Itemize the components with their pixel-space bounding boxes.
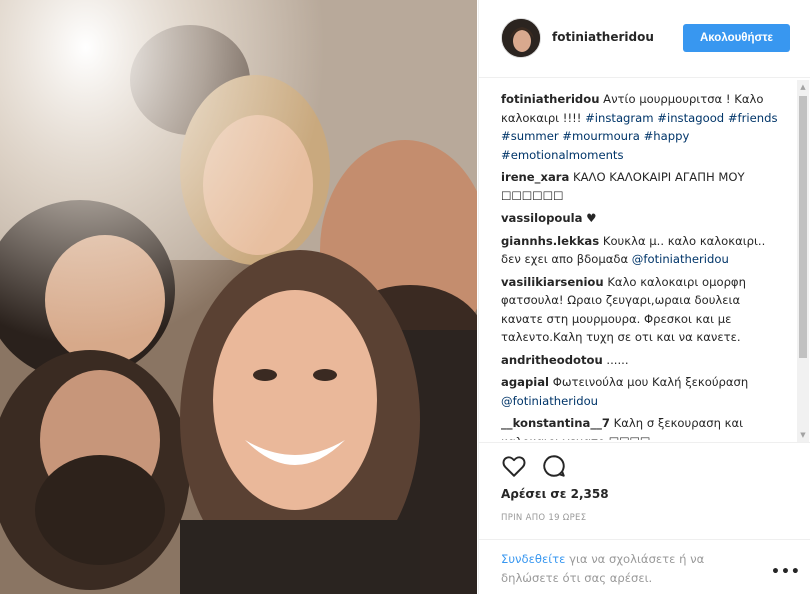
caption: fotiniatheridou Αντίο μουρμουριτσα ! Καλ… bbox=[501, 90, 783, 164]
selfie-image bbox=[0, 0, 477, 594]
list-item: vasilikiarseniou Καλο καλοκαιρι ομορφη φ… bbox=[501, 273, 783, 347]
login-prompt-text: Συνδεθείτε για να σχολιάσετε ή να δηλώσε… bbox=[501, 550, 751, 587]
like-count[interactable]: Αρέσει σε 2,358 bbox=[501, 487, 609, 501]
post-header: fotiniatheridou Ακολουθήστε bbox=[479, 0, 810, 78]
login-link[interactable]: Συνδεθείτε bbox=[501, 552, 565, 566]
comment-username[interactable]: __konstantina__7 bbox=[501, 416, 610, 430]
comment-username[interactable]: agapial bbox=[501, 375, 549, 389]
comment-username[interactable]: vassilopoula bbox=[501, 211, 582, 225]
list-item: irene_xara ΚΑΛΟ ΚΑΛΟΚΑΙΡΙ ΑΓΑΠΗ ΜΟΥ ☐☐☐☐… bbox=[501, 168, 783, 205]
hashtag-link[interactable]: #summer bbox=[501, 129, 559, 143]
list-item: vassilopoula ♥ bbox=[501, 209, 783, 228]
comment-text: Φωτεινούλα μου Καλή ξεκούραση bbox=[549, 375, 749, 389]
list-item: giannhs.lekkas Κουκλα μ.. καλο καλοκαιρι… bbox=[501, 232, 783, 269]
avatar-image bbox=[502, 19, 540, 57]
hashtag-link[interactable]: #emotionalmoments bbox=[501, 148, 624, 162]
list-item: __konstantina__7 Καλη σ ξεκουραση και κα… bbox=[501, 414, 783, 440]
heart-outline-icon[interactable] bbox=[501, 453, 527, 479]
comment-list: fotiniatheridou Αντίο μουρμουριτσα ! Καλ… bbox=[501, 90, 783, 440]
mention-link[interactable]: @fotiniatheridou bbox=[632, 252, 729, 266]
hashtag-link[interactable]: #instagood bbox=[657, 111, 724, 125]
speech-bubble-icon[interactable] bbox=[541, 453, 567, 479]
more-options-icon[interactable]: ••• bbox=[771, 564, 801, 580]
hashtag-link[interactable]: #instagram bbox=[585, 111, 654, 125]
hashtag-link[interactable]: #happy bbox=[644, 129, 690, 143]
post-timestamp[interactable]: ΠΡΙΝ ΑΠΟ 19 ΩΡΕΣ bbox=[501, 513, 586, 523]
scroll-up-arrow-icon[interactable]: ▲ bbox=[797, 80, 809, 94]
post-sidebar: fotiniatheridou Ακολουθήστε fotiniatheri… bbox=[478, 0, 810, 594]
mention-link[interactable]: @fotiniatheridou bbox=[501, 394, 598, 408]
comment-username[interactable]: fotiniatheridou bbox=[501, 92, 599, 106]
post-author-username[interactable]: fotiniatheridou bbox=[552, 30, 654, 44]
comment-text: ...... bbox=[602, 352, 629, 367]
login-prompt: Συνδεθείτε για να σχολιάσετε ή να δηλώσε… bbox=[479, 539, 810, 594]
instagram-post-view: fotiniatheridou Ακολουθήστε fotiniatheri… bbox=[0, 0, 810, 594]
comment-username[interactable]: giannhs.lekkas bbox=[501, 234, 599, 248]
post-actions: Αρέσει σε 2,358 ΠΡΙΝ ΑΠΟ 19 ΩΡΕΣ Συνδεθε… bbox=[479, 442, 810, 594]
comments-scrollbar[interactable]: ▲ ▼ bbox=[797, 80, 809, 442]
post-photo[interactable] bbox=[0, 0, 477, 594]
comment-username[interactable]: andritheodotou bbox=[501, 353, 603, 367]
scroll-thumb[interactable] bbox=[799, 96, 807, 358]
comment-username[interactable]: irene_xara bbox=[501, 170, 569, 184]
list-item: andritheodotou ...... bbox=[501, 351, 783, 370]
comment-text: ♥ bbox=[582, 211, 597, 225]
hashtag-link[interactable]: #friends bbox=[728, 111, 778, 125]
follow-button[interactable]: Ακολουθήστε bbox=[683, 24, 790, 52]
avatar[interactable] bbox=[501, 18, 541, 58]
hashtag-link[interactable]: #mourmoura bbox=[562, 129, 640, 143]
scroll-down-arrow-icon[interactable]: ▼ bbox=[797, 428, 809, 442]
comment-username[interactable]: vasilikiarseniou bbox=[501, 275, 604, 289]
list-item: agapial Φωτεινούλα μου Καλή ξεκούραση @f… bbox=[501, 373, 783, 410]
